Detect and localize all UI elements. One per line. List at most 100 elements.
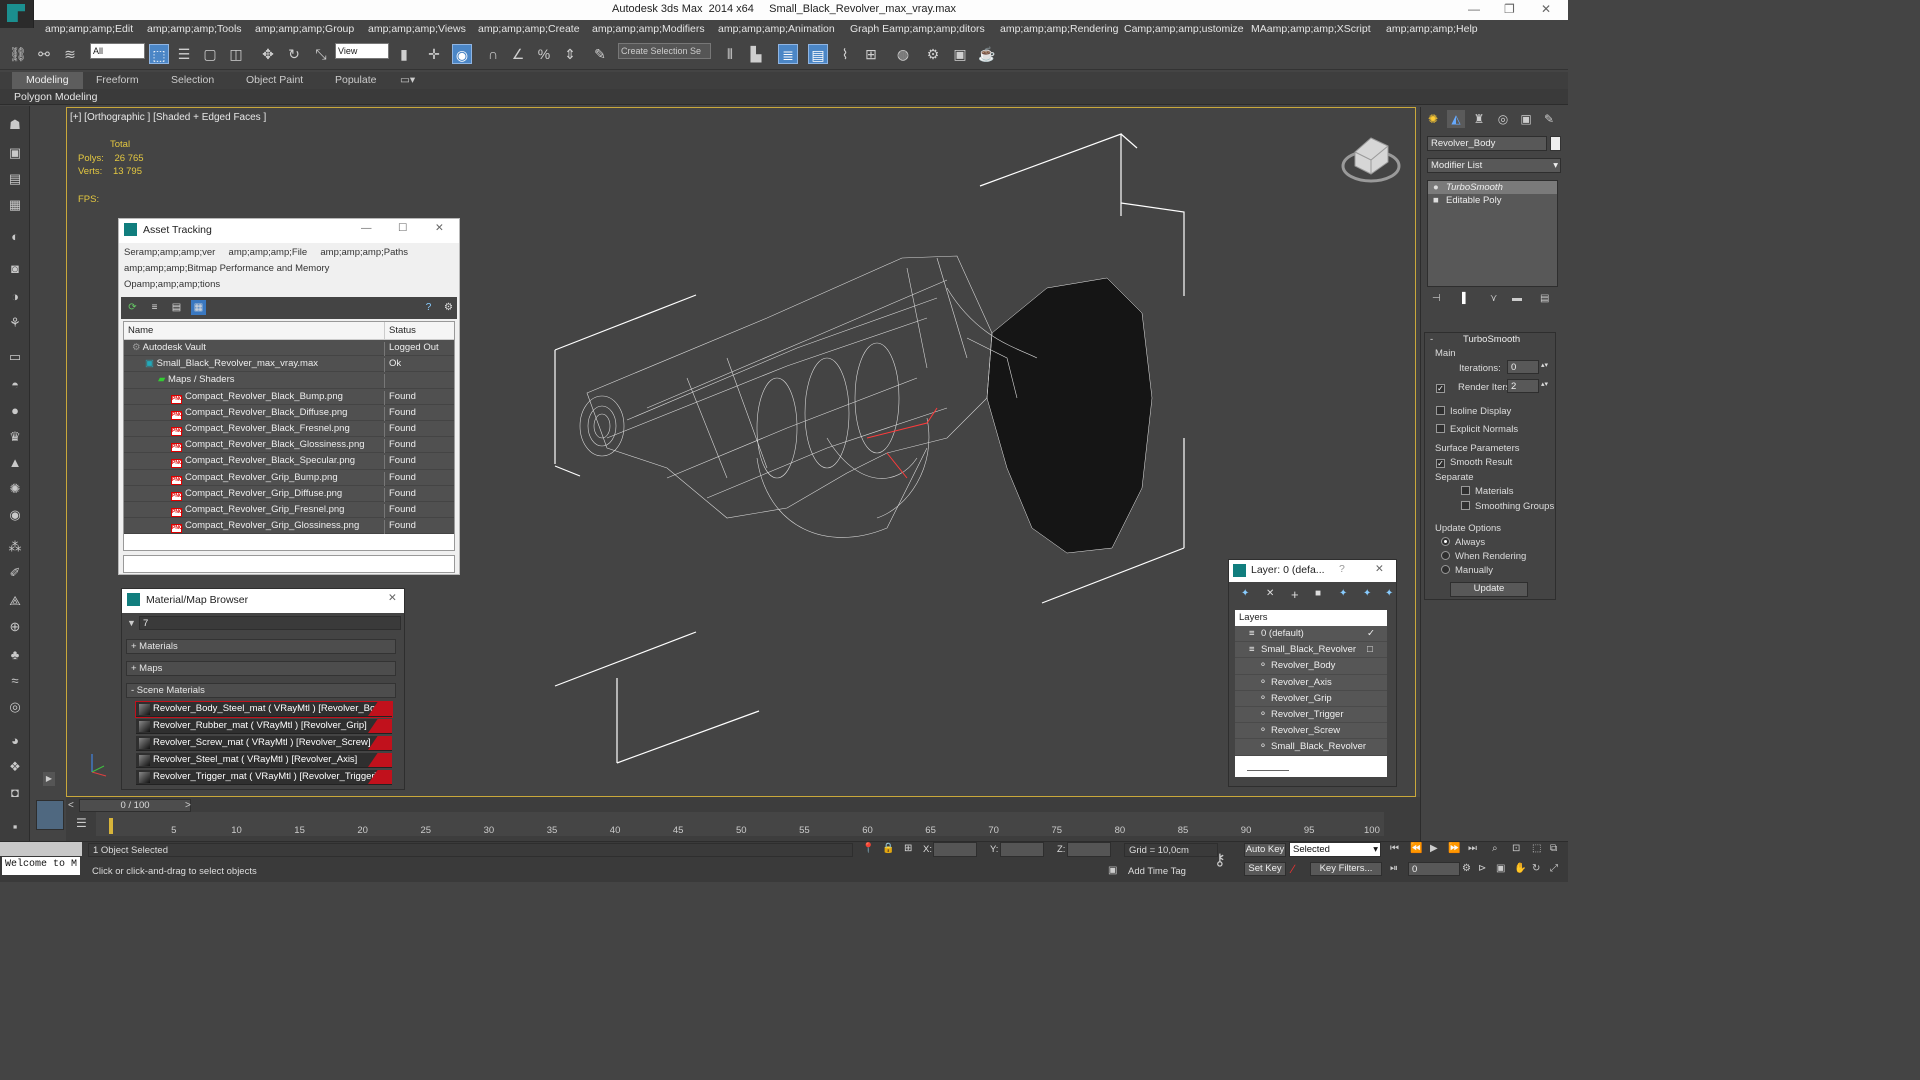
make-unique-icon[interactable]: ⋎ (1490, 293, 1497, 304)
when-rendering-radio[interactable] (1441, 551, 1450, 560)
scene-material-item[interactable]: Revolver_Rubber_mat ( VRayMtl ) [Revolve… (136, 719, 392, 734)
y-coord-field[interactable] (1000, 842, 1044, 857)
menu-customize[interactable]: Camp;amp;amp;ustomize (1124, 23, 1244, 35)
key-mode-select[interactable]: Selected ▾ (1289, 842, 1381, 857)
menu-group[interactable]: amp;amp;amp;Group (255, 23, 354, 35)
maximize-viewport-icon[interactable]: ⤢ (1550, 863, 1558, 874)
scene-material-item[interactable]: Revolver_Steel_mat ( VRayMtl ) [Revolver… (136, 753, 392, 768)
scale-icon[interactable]: ⤡ (311, 44, 331, 64)
motion-tab-icon[interactable]: ◎ (1494, 110, 1512, 128)
category-materials[interactable]: + Materials (126, 639, 396, 654)
pin-stack-icon[interactable]: ⊣ (1432, 293, 1441, 304)
mirror-icon[interactable]: ⫴ (720, 44, 740, 64)
bottom-tool-icon[interactable]: ▪ (6, 818, 24, 836)
crown-icon[interactable]: ♛ (6, 428, 24, 446)
asset-row[interactable]: ▰ Maps / Shaders (124, 372, 454, 389)
absolute-mode-icon[interactable]: ⊞ (904, 843, 912, 854)
current-layer-mark[interactable]: ✓ (1367, 628, 1375, 639)
display-tab-icon[interactable]: ▣ (1517, 110, 1535, 128)
col-status[interactable]: Status (384, 322, 420, 339)
material-sphere-icon[interactable]: ◕ (6, 732, 24, 750)
smoothing-groups-checkbox[interactable] (1461, 501, 1470, 510)
restore-icon[interactable]: ❐ (1504, 2, 1515, 16)
close-icon[interactable]: ✕ (388, 592, 397, 604)
highlight-layer-icon[interactable]: ✦ (1339, 588, 1347, 599)
key-filters-button[interactable]: Key Filters... (1310, 862, 1382, 876)
percent-snap-icon[interactable]: % (534, 44, 554, 64)
tab-freeform[interactable]: Freeform (96, 74, 139, 86)
schematic-view-icon[interactable]: ⊞ (861, 44, 881, 64)
material-search-input[interactable]: 7 (139, 616, 401, 630)
rect-selection-icon[interactable]: ▢ (200, 44, 220, 64)
time-tag-icon[interactable]: ▣ (1108, 865, 1117, 876)
rendered-frame-window-icon[interactable]: ▣ (950, 44, 970, 64)
menu-create[interactable]: amp;amp;amp;Create (478, 23, 580, 35)
layer-row[interactable]: ≡ Small_Black_Revolver □ (1235, 642, 1387, 659)
next-frame-icon[interactable]: ⏩ (1448, 843, 1460, 854)
modify-tab-icon[interactable]: ◭ (1447, 110, 1465, 128)
separate-materials-checkbox[interactable] (1461, 486, 1470, 495)
asset-row[interactable]: PNG Compact_Revolver_Black_Specular.png Fo… (124, 453, 454, 470)
close-icon[interactable]: ✕ (1375, 563, 1384, 575)
render-icon[interactable]: ❖ (6, 758, 24, 776)
asset-menu-line2[interactable]: amp;amp;amp;Bitmap Performance and Memor… (124, 261, 454, 277)
go-to-start-icon[interactable]: ⏮ (1390, 843, 1399, 854)
key-mode-toggle-icon[interactable]: ⏯ (1390, 863, 1398, 874)
minimize-icon[interactable]: — (361, 222, 372, 234)
manipulate-icon[interactable]: ✛ (424, 44, 444, 64)
asset-row[interactable]: PNG Compact_Revolver_Black_Fresnel.png Fou… (124, 420, 454, 438)
asset-row[interactable]: ▣ Small_Black_Revolver_max_vray.max Ok (124, 356, 454, 373)
object-color-swatch[interactable] (1550, 136, 1561, 151)
angle-snap-icon[interactable]: ∠ (508, 44, 528, 64)
tab-object-paint[interactable]: Object Paint (246, 74, 303, 86)
explicit-normals-checkbox[interactable] (1436, 424, 1445, 433)
layer-row[interactable]: ⚬ Revolver_Screw (1235, 723, 1387, 740)
utilities-tab-icon[interactable]: ✎ (1540, 110, 1558, 128)
maxscript-mini-listener[interactable]: Welcome to M (2, 857, 80, 875)
asset-row[interactable]: PNG Compact_Revolver_Black_Glossiness.png… (124, 437, 454, 454)
thumbnail-view-icon[interactable]: ▤ (169, 300, 184, 315)
layer-row[interactable]: ≡ 0 (default) ✓ (1235, 626, 1387, 643)
polygon-modeling-bar[interactable]: Polygon Modeling (0, 89, 1568, 105)
helper-icon[interactable]: ◑ (6, 288, 24, 306)
asset-row[interactable]: PNG Compact_Revolver_Grip_Bump.png Found (124, 469, 454, 486)
maxscript-listener-top[interactable] (0, 842, 82, 856)
maximize-icon[interactable]: ☐ (398, 222, 407, 234)
search-options-icon[interactable]: ▼ (127, 618, 136, 628)
show-end-result-icon[interactable]: ▌ (1462, 293, 1469, 304)
window-crossing-icon[interactable]: ◫ (226, 44, 246, 64)
layer-row[interactable]: ⚬ Revolver_Axis (1235, 674, 1387, 691)
asset-row[interactable]: PNG Compact_Revolver_Grip_Glossiness.png F… (124, 518, 454, 535)
current-layer-mark[interactable]: □ (1367, 644, 1373, 655)
smooth-result-checkbox[interactable]: ✓ (1436, 459, 1445, 468)
settings-icon[interactable]: ⚙ (441, 300, 456, 315)
asset-row[interactable]: PNG Compact_Revolver_Grip_Fresnel.png Foun… (124, 501, 454, 519)
close-icon[interactable]: ✕ (1541, 2, 1551, 16)
spinner-snap-icon[interactable]: ⇕ (560, 44, 580, 64)
layer-row[interactable]: ⚬ Revolver_Body (1235, 658, 1387, 675)
expand-icon[interactable]: ■ (1433, 195, 1439, 206)
add-time-tag[interactable]: Add Time Tag (1128, 866, 1186, 877)
x-coord-field[interactable] (933, 842, 977, 857)
always-radio[interactable] (1441, 537, 1450, 546)
zoom-icon[interactable]: ⌕ (1492, 843, 1498, 854)
layer-explorer-icon[interactable]: ≣ (778, 44, 798, 64)
mesh-icon[interactable]: ⟁ (6, 592, 24, 610)
z-coord-field[interactable] (1067, 842, 1111, 857)
manually-radio[interactable] (1441, 565, 1450, 574)
auto-key-button[interactable]: Auto Key (1244, 843, 1286, 857)
particles-icon[interactable]: ⁂ (6, 538, 24, 556)
tab-populate[interactable]: Populate (335, 74, 376, 86)
object-name-field[interactable]: Revolver_Body (1427, 136, 1547, 151)
go-to-end-icon[interactable]: ⏭ (1468, 843, 1477, 854)
col-name[interactable]: Name (128, 325, 153, 336)
rollout-collapse-icon[interactable]: - (1430, 334, 1433, 345)
asset-menu-line3[interactable]: Opamp;amp;amp;tions (124, 277, 454, 293)
update-button[interactable]: Update (1450, 582, 1528, 597)
freeze-layers-icon[interactable]: ✦ (1385, 588, 1393, 599)
curve-editor-toggle-icon[interactable]: ☰ (76, 816, 87, 830)
play-icon[interactable]: ▶ (1430, 843, 1438, 854)
asset-tracking-titlebar[interactable]: Asset Tracking — ☐ ✕ (119, 219, 459, 243)
stack-item-editable-poly[interactable]: ■ Editable Poly (1428, 194, 1557, 207)
curve-editor-icon[interactable]: ⌇ (835, 44, 855, 64)
